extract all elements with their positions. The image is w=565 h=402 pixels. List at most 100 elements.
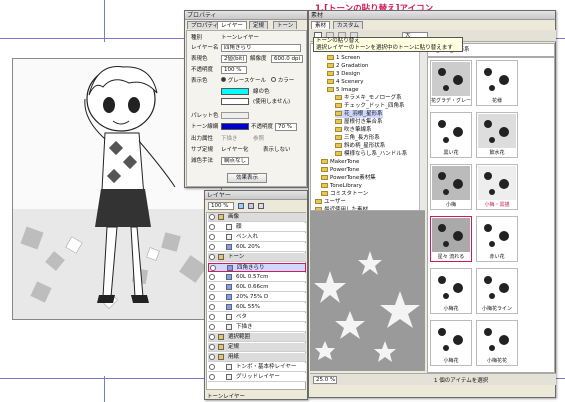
material-thumb[interactable]: 黒い花 <box>430 112 472 158</box>
tree-item[interactable]: 三角_長方形系 <box>335 134 380 142</box>
visibility-eye-icon[interactable] <box>209 374 215 380</box>
visibility-eye-icon[interactable] <box>209 234 215 240</box>
tree-item[interactable]: チェック_ドット_四角系 <box>335 102 405 110</box>
layer-row[interactable]: トンボ・基本枠レイヤー <box>208 363 306 372</box>
material-thumb[interactable]: 小梅花花 <box>476 320 518 366</box>
tree-item[interactable]: PowerTone素材集 <box>321 174 376 182</box>
visibility-eye-icon[interactable] <box>209 324 215 330</box>
visibility-eye-icon[interactable] <box>209 364 215 370</box>
tree-item[interactable]: 屋根付き集合系 <box>335 118 383 126</box>
tree-item[interactable]: 1 Screen <box>327 54 360 62</box>
visibility-eye-icon[interactable] <box>209 244 215 250</box>
sub-layer-check[interactable]: レイヤー化 <box>221 146 248 154</box>
display-field[interactable]: 2値(bit) <box>221 55 247 63</box>
tree-item[interactable]: 3 Design <box>327 70 360 78</box>
tree-scrollbar[interactable] <box>419 44 425 210</box>
visibility-eye-icon[interactable] <box>209 334 215 340</box>
tree-item[interactable]: コミスタトーン <box>321 190 368 198</box>
gray-radio[interactable]: グレースケール <box>221 77 266 85</box>
layer-row[interactable]: 顔 <box>208 223 306 232</box>
material-thumb[interactable]: 小梅花 <box>430 268 472 314</box>
tab-ruler[interactable]: 定規 <box>249 21 269 29</box>
layer-settings-icon[interactable] <box>248 203 254 209</box>
layer-panel: レイヤー 100 % 画像顔ペン入れ 60L 20% トーン 四角きらり 60L 0.5… <box>204 190 308 400</box>
tree-item[interactable]: ToneLibrary <box>321 182 362 190</box>
folder-icon <box>327 55 334 60</box>
tree-item[interactable]: PowerTone <box>321 166 359 174</box>
material-thumb[interactable]: 花グラデ・グレー <box>430 60 472 106</box>
visibility-eye-icon[interactable] <box>209 284 215 290</box>
layer-row[interactable]: 60L 55% <box>208 303 306 312</box>
material-thumb[interactable]: 星々 流れる <box>430 216 472 262</box>
layer-row[interactable]: トーン <box>208 253 306 262</box>
palette-swatch[interactable] <box>221 112 249 119</box>
opacity-field[interactable]: 100 % <box>221 66 247 74</box>
tree-item[interactable]: 吹き筆線系 <box>335 126 372 134</box>
tone-line-swatch[interactable] <box>221 123 249 130</box>
tree-item[interactable]: ユーザー <box>315 198 346 206</box>
line-color-swatch[interactable] <box>221 88 249 95</box>
material-thumb[interactable]: 花様 <box>476 60 518 106</box>
visibility-eye-icon[interactable] <box>210 265 216 271</box>
tree-item-label: PowerTone <box>330 167 360 173</box>
layer-row[interactable]: 下描き <box>208 323 306 332</box>
tree-item[interactable]: 5 Image <box>327 86 358 94</box>
layer-row[interactable]: 60L 0.66cm <box>208 283 306 292</box>
preview-zoom-field[interactable]: 25.0 % <box>313 376 337 384</box>
visibility-eye-icon[interactable] <box>209 274 215 280</box>
resolution-field[interactable]: 600.0 dpi <box>271 55 303 63</box>
visibility-eye-icon[interactable] <box>209 314 215 320</box>
layer-row[interactable]: 60L 0.57cm <box>208 273 306 282</box>
material-thumb[interactable]: 小梅 <box>430 164 472 210</box>
material-thumb[interactable]: 小梅花ライン <box>476 268 518 314</box>
delete-layer-icon[interactable] <box>258 203 264 209</box>
tree-item[interactable]: 模様ならし系_ハンドル系 <box>335 150 407 158</box>
folder-icon <box>327 79 334 84</box>
tab-tone[interactable]: トーン <box>273 21 298 29</box>
tab-layer[interactable]: レイヤー <box>217 21 247 29</box>
material-thumb[interactable]: 赤い花 <box>476 216 518 262</box>
visibility-eye-icon[interactable] <box>209 254 215 260</box>
tab-custom[interactable]: カスタム <box>333 21 364 29</box>
layer-row[interactable]: 画像 <box>208 213 306 222</box>
layer-name: ベタ <box>236 314 248 320</box>
material-thumb[interactable]: 飲水花 <box>476 112 518 158</box>
layer-row-selected[interactable]: 四角きらり <box>208 263 306 272</box>
tab-material[interactable]: 素材 <box>311 21 331 29</box>
layer-row[interactable]: 60L 20% <box>208 243 306 252</box>
tree-item[interactable]: 2 Gradation <box>327 62 369 70</box>
layer-row[interactable]: 定規 <box>208 343 306 352</box>
material-thumb[interactable]: 小梅花 <box>430 320 472 366</box>
material-thumb[interactable]: 小梅・黒描 <box>476 164 518 210</box>
layer-name-field[interactable]: 四角きらり <box>221 44 301 52</box>
layer-row[interactable]: 20% 75% D <box>208 293 306 302</box>
subtract-field[interactable]: 網点なし <box>221 157 249 165</box>
visibility-eye-icon[interactable] <box>209 304 215 310</box>
layer-opacity-field[interactable]: 100 % <box>208 202 234 210</box>
layer-row[interactable]: 選択範囲 <box>208 333 306 342</box>
visibility-eye-icon[interactable] <box>209 224 215 230</box>
visibility-eye-icon[interactable] <box>209 354 215 360</box>
color-radio[interactable]: カラー <box>271 77 294 85</box>
tree-item[interactable]: 花_羽根_星形系 <box>335 110 383 118</box>
new-layer-icon[interactable] <box>238 203 244 209</box>
layer-row[interactable]: グリッドレイヤー <box>208 373 306 382</box>
preview-button[interactable]: 効果表示 <box>227 173 267 183</box>
visibility-eye-icon[interactable] <box>209 294 215 300</box>
tree-item[interactable]: 斜め柄_星形状系 <box>335 142 385 150</box>
layer-row[interactable]: ベタ <box>208 313 306 322</box>
output-draft-check[interactable]: 下描き <box>221 135 238 143</box>
output-reference-check[interactable]: 参照 <box>253 135 264 143</box>
layer-row[interactable]: ペン入れ <box>208 233 306 242</box>
unused-label: (使用しません) <box>253 99 291 105</box>
visibility-eye-icon[interactable] <box>209 344 215 350</box>
sub-show-check[interactable]: 表示しない <box>263 146 291 154</box>
tree-item[interactable]: 4 Scenery <box>327 78 364 86</box>
star-tone-preview <box>314 251 420 362</box>
visibility-eye-icon[interactable] <box>209 214 215 220</box>
tree-item[interactable]: キラメキ_モノローグ系 <box>335 94 402 102</box>
tree-item[interactable]: MakerTone <box>321 158 359 166</box>
unused-swatch[interactable] <box>221 98 249 105</box>
tone-opacity-field[interactable]: 70 % <box>275 123 297 131</box>
layer-row[interactable]: 用紙 <box>208 353 306 362</box>
